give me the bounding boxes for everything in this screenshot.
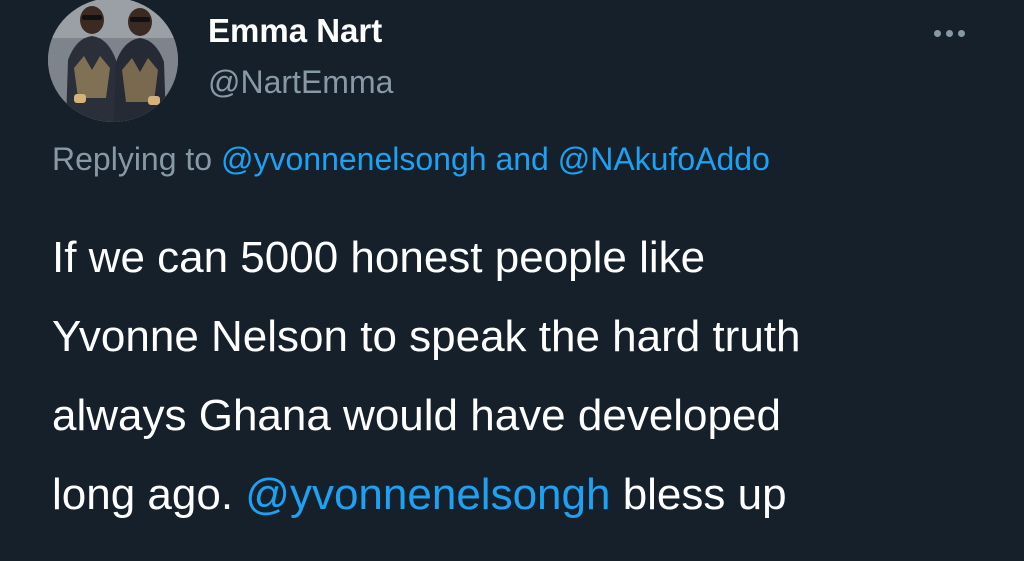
replying-to-label: Replying to xyxy=(52,141,213,177)
tweet-text-line: Yvonne Nelson to speak the hard truth xyxy=(52,312,801,361)
tweet-text-line: If we can 5000 honest people like xyxy=(52,233,706,282)
more-horizontal-icon[interactable] xyxy=(925,14,973,50)
tweet-text-fragment: long ago. xyxy=(52,470,234,519)
tweet: Emma Nart @NartEmma Replying to @yvonnen… xyxy=(0,0,1024,561)
tweet-text: If we can 5000 honest people like Yvonne… xyxy=(52,218,1002,534)
mention-link[interactable]: @NAkufoAddo xyxy=(558,141,770,177)
author-display-name[interactable]: Emma Nart xyxy=(208,12,382,50)
mention-link[interactable]: @yvonnenelsongh xyxy=(245,470,610,519)
author-handle[interactable]: @NartEmma xyxy=(208,64,393,101)
mention-link[interactable]: @yvonnenelsongh xyxy=(221,141,487,177)
tweet-text-line: always Ghana would have developed xyxy=(52,391,781,440)
tweet-text-fragment: bless up xyxy=(622,470,787,519)
profile-photo-icon xyxy=(48,0,178,122)
reply-joiner: and xyxy=(495,141,549,177)
replying-to-line: Replying to @yvonnenelsongh and @NAkufoA… xyxy=(52,141,770,178)
avatar[interactable] xyxy=(48,0,178,122)
tweet-text-line: long ago. @yvonnenelsongh bless up xyxy=(52,455,1002,534)
